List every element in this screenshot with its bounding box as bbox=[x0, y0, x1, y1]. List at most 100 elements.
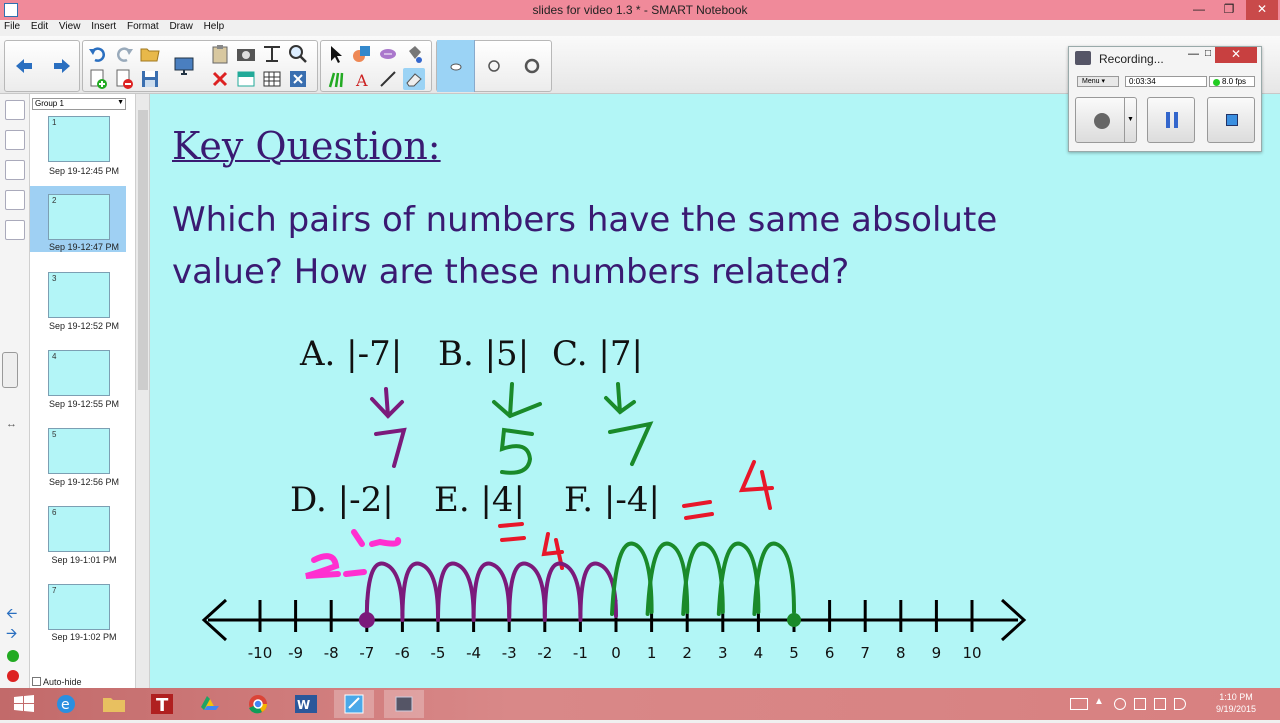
menu-draw[interactable]: Draw bbox=[165, 20, 196, 33]
addons-tab-icon[interactable] bbox=[5, 220, 25, 240]
smart-notebook-taskbar-icon[interactable] bbox=[334, 690, 374, 718]
page-timestamp: Sep 19-12:47 PM bbox=[48, 242, 120, 252]
recorder-window: Recording... — □ ✕ Menu ▾ 0:03:34 8.0 fp… bbox=[1068, 46, 1262, 152]
page-thumbnail-2[interactable]: 2 bbox=[48, 194, 110, 240]
collapse-handle[interactable] bbox=[2, 352, 18, 388]
page-thumbnail-7[interactable]: 7 bbox=[48, 584, 110, 630]
screen-capture-icon[interactable] bbox=[235, 43, 257, 65]
page-thumbnail-1[interactable]: 1 bbox=[48, 116, 110, 162]
checkbox-icon bbox=[32, 677, 41, 686]
line-style-icon[interactable] bbox=[483, 55, 505, 77]
auto-hide-checkbox[interactable]: Auto-hide bbox=[32, 677, 82, 687]
page-number: 7 bbox=[52, 586, 57, 595]
page-thumbnail-5[interactable]: 5 bbox=[48, 428, 110, 474]
resize-arrows-icon[interactable]: ↔ bbox=[6, 418, 17, 430]
attachments-tab-icon[interactable] bbox=[5, 160, 25, 180]
previous-page-icon[interactable] bbox=[13, 55, 35, 77]
line-icon[interactable] bbox=[377, 68, 399, 90]
app-t-icon[interactable]: T bbox=[142, 690, 182, 718]
save-icon[interactable] bbox=[139, 68, 161, 90]
eraser-icon[interactable] bbox=[403, 68, 425, 90]
menu-format[interactable]: Format bbox=[123, 20, 163, 33]
recorder-taskbar-icon[interactable] bbox=[384, 690, 424, 718]
next-page-icon[interactable] bbox=[51, 55, 73, 77]
undo-icon[interactable] bbox=[87, 43, 109, 65]
group-dropdown[interactable]: Group 1 ▼ bbox=[32, 98, 126, 110]
move-right-icon[interactable]: 🡪 bbox=[6, 626, 22, 640]
document-camera-icon[interactable] bbox=[261, 43, 283, 65]
page-thumbnail-3[interactable]: 3 bbox=[48, 272, 110, 318]
show-hidden-icons-icon[interactable]: ▲ bbox=[1094, 696, 1106, 708]
slide-canvas[interactable]: Key Question: Which pairs of numbers hav… bbox=[150, 94, 1280, 688]
svg-text:W: W bbox=[297, 698, 310, 712]
word-icon[interactable]: W bbox=[286, 690, 326, 718]
pen-type-icon[interactable] bbox=[437, 40, 475, 92]
paste-icon[interactable] bbox=[209, 43, 231, 65]
display-screen-icon[interactable] bbox=[173, 55, 195, 77]
sorter-scrollbar[interactable] bbox=[136, 94, 150, 688]
select-pointer-icon[interactable] bbox=[325, 43, 347, 65]
delete-icon[interactable] bbox=[209, 68, 231, 90]
scrollbar-thumb[interactable] bbox=[138, 110, 148, 390]
add-page-side-icon[interactable] bbox=[7, 650, 19, 662]
properties-tab-icon[interactable] bbox=[5, 190, 25, 210]
recorder-menu-dropdown[interactable]: Menu ▾ bbox=[1077, 76, 1119, 87]
green-hop-arc bbox=[645, 541, 690, 616]
screen-shade-icon[interactable] bbox=[235, 68, 257, 90]
menu-insert[interactable]: Insert bbox=[87, 20, 120, 33]
search-icon[interactable] bbox=[287, 43, 309, 65]
stop-button[interactable] bbox=[1207, 97, 1255, 143]
close-box-icon[interactable] bbox=[287, 68, 309, 90]
shapes-icon[interactable] bbox=[351, 43, 373, 65]
svg-text:e: e bbox=[61, 697, 70, 713]
page-thumbnail-6[interactable]: 6 bbox=[48, 506, 110, 552]
recorder-close-button[interactable]: ✕ bbox=[1215, 47, 1257, 63]
close-window-button[interactable]: ✕ bbox=[1246, 0, 1278, 20]
delete-page-side-icon[interactable] bbox=[7, 670, 19, 682]
file-explorer-icon[interactable] bbox=[94, 690, 134, 718]
number-line-label: -5 bbox=[431, 644, 446, 662]
internet-explorer-icon[interactable]: e bbox=[46, 690, 86, 718]
delete-page-icon[interactable] bbox=[113, 68, 135, 90]
fill-icon[interactable] bbox=[403, 43, 425, 65]
recorder-minimize-button[interactable]: — bbox=[1188, 48, 1199, 60]
google-drive-icon[interactable] bbox=[190, 690, 230, 718]
minimize-window-button[interactable]: — bbox=[1184, 0, 1214, 20]
recorder-maximize-button[interactable]: □ bbox=[1205, 48, 1211, 59]
chrome-icon[interactable] bbox=[238, 690, 278, 718]
redo-icon[interactable] bbox=[113, 43, 135, 65]
keyboard-icon[interactable] bbox=[1070, 698, 1088, 710]
open-folder-icon[interactable] bbox=[139, 43, 161, 65]
network-icon[interactable] bbox=[1154, 698, 1166, 710]
table-icon[interactable] bbox=[261, 68, 283, 90]
chevron-down-icon[interactable]: ▼ bbox=[1124, 98, 1136, 142]
stop-icon bbox=[1226, 114, 1238, 126]
green-dot-at-5 bbox=[787, 613, 801, 627]
line-thickness-icon[interactable] bbox=[521, 55, 543, 77]
menu-file[interactable]: File bbox=[0, 20, 24, 33]
record-button[interactable]: ▼ bbox=[1075, 97, 1137, 143]
menu-view[interactable]: View bbox=[55, 20, 85, 33]
system-tray-app-icon[interactable] bbox=[1114, 698, 1126, 710]
clock[interactable]: 1:10 PM 9/19/2015 bbox=[1216, 691, 1256, 715]
text-icon[interactable]: A bbox=[351, 68, 373, 90]
pause-button[interactable] bbox=[1147, 97, 1195, 143]
page-thumbnail-4[interactable]: 4 bbox=[48, 350, 110, 396]
magic-pen-icon[interactable] bbox=[377, 43, 399, 65]
page-sorter-tab-icon[interactable] bbox=[5, 100, 25, 120]
auto-hide-label: Auto-hide bbox=[43, 677, 82, 687]
page-number: 5 bbox=[52, 430, 57, 439]
gallery-tab-icon[interactable] bbox=[5, 130, 25, 150]
move-left-icon[interactable]: 🡨 bbox=[6, 606, 22, 620]
pens-icon[interactable] bbox=[325, 68, 347, 90]
action-center-flag-icon[interactable] bbox=[1134, 698, 1146, 710]
drawing-tools-group: A bbox=[320, 40, 432, 92]
volume-icon[interactable] bbox=[1174, 698, 1186, 710]
add-page-icon[interactable] bbox=[87, 68, 109, 90]
restore-window-button[interactable]: ❐ bbox=[1214, 0, 1244, 20]
start-button[interactable] bbox=[4, 690, 44, 718]
magenta-equals-ink bbox=[351, 529, 402, 547]
menu-edit[interactable]: Edit bbox=[27, 20, 52, 33]
page-timestamp: Sep 19-1:01 PM bbox=[51, 555, 117, 565]
menu-help[interactable]: Help bbox=[200, 20, 229, 33]
